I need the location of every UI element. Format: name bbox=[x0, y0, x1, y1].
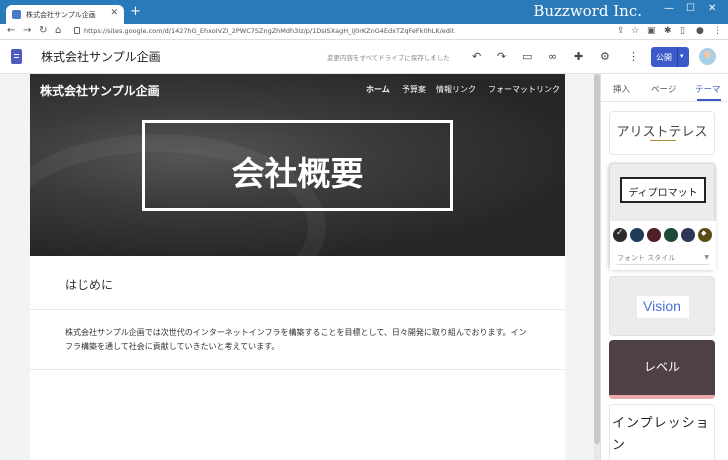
tab-themes[interactable]: テーマ bbox=[695, 83, 721, 95]
color-swatch[interactable] bbox=[630, 228, 644, 242]
site-header-title[interactable]: 株式会社サンプル企画 bbox=[40, 82, 160, 99]
reload-icon[interactable]: ↻ bbox=[39, 25, 47, 36]
themes-panel: 挿入 ページ テーマ アリストテレス ディプロマット フォント スタイル ▼ V… bbox=[600, 74, 728, 460]
section-divider bbox=[30, 309, 565, 310]
more-vert-icon[interactable]: ⋮ bbox=[628, 50, 639, 63]
publish-separator bbox=[677, 47, 678, 67]
browser-menu-icon[interactable]: ⋮ bbox=[713, 26, 722, 36]
browser-tab-bar: 株式会社サンプル企画 ✕ + Buzzword Inc. — ☐ ✕ bbox=[0, 0, 728, 24]
redo-icon[interactable]: ↷ bbox=[497, 50, 506, 63]
sites-logo-icon[interactable] bbox=[11, 49, 22, 64]
site-page: 株式会社サンプル企画 ホーム 予算案 情報リンク フォーマットリンク 会社概要 … bbox=[30, 74, 565, 460]
theme-name: アリストテレス bbox=[616, 125, 708, 140]
share-user-icon[interactable]: ✚ bbox=[574, 50, 583, 63]
chevron-down-icon[interactable]: ▾ bbox=[680, 52, 684, 60]
address-bar: ← → ↻ ⌂ https://sites.google.com/d/1427h… bbox=[0, 24, 728, 40]
brand-watermark: Buzzword Inc. bbox=[533, 2, 642, 20]
browser-tab-title: 株式会社サンプル企画 bbox=[26, 11, 96, 19]
hero-title-box[interactable]: 会社概要 bbox=[142, 120, 453, 211]
publish-label: 公開 bbox=[656, 53, 672, 62]
puzzle-icon[interactable]: ✱ bbox=[664, 26, 672, 36]
site-name[interactable]: 株式会社サンプル企画 bbox=[41, 48, 161, 65]
theme-name: ディプロマット bbox=[628, 188, 698, 199]
sites-app-bar: 株式会社サンプル企画 変更内容をすべてドライブに保存しました ↶ ↷ ▭ ∞ ✚… bbox=[0, 40, 728, 74]
preview-icon[interactable]: ▭ bbox=[522, 50, 532, 63]
link-icon[interactable]: ∞ bbox=[548, 50, 557, 63]
home-icon[interactable]: ⌂ bbox=[55, 25, 61, 36]
extension-icon[interactable]: ▣ bbox=[647, 26, 656, 36]
profile-icon[interactable]: ● bbox=[696, 26, 704, 36]
save-status: 変更内容をすべてドライブに保存しました bbox=[327, 54, 450, 62]
color-swatch[interactable] bbox=[647, 228, 661, 242]
theme-card-diplomat[interactable]: ディプロマット フォント スタイル ▼ bbox=[609, 163, 716, 270]
section-divider-2 bbox=[30, 369, 565, 370]
tab-pages[interactable]: ページ bbox=[651, 83, 676, 95]
settings-gear-icon[interactable]: ⚙ bbox=[600, 50, 610, 63]
font-style-label: フォント スタイル bbox=[617, 254, 676, 262]
theme-name: レベル bbox=[643, 360, 680, 374]
theme-card-vision[interactable]: Vision bbox=[609, 276, 715, 336]
theme-name: Vision bbox=[643, 298, 681, 314]
nav-item-format-links[interactable]: フォーマットリンク bbox=[488, 84, 560, 95]
dropdown-arrow-icon: ▼ bbox=[704, 254, 709, 261]
color-swatch[interactable] bbox=[664, 228, 678, 242]
url-field[interactable]: https://sites.google.com/d/1427hG_EhxoIV… bbox=[84, 27, 454, 35]
page-title: 会社概要 bbox=[231, 154, 364, 193]
font-style-select[interactable]: フォント スタイル ▼ bbox=[617, 253, 709, 265]
maximize-icon[interactable]: ☐ bbox=[686, 3, 695, 14]
undo-icon[interactable]: ↶ bbox=[472, 50, 481, 63]
close-window-icon[interactable]: ✕ bbox=[708, 3, 716, 14]
section-heading[interactable]: はじめに bbox=[65, 276, 113, 293]
sidepanel-icon[interactable]: ▯ bbox=[680, 26, 685, 36]
new-tab-button[interactable]: + bbox=[130, 5, 141, 19]
custom-color-paint-icon[interactable] bbox=[698, 228, 712, 242]
bookmark-star-icon[interactable]: ☆ bbox=[631, 26, 639, 36]
color-swatch-selected[interactable] bbox=[613, 228, 627, 242]
color-swatch[interactable] bbox=[681, 228, 695, 242]
tabs-divider bbox=[601, 101, 728, 102]
theme-accent-line bbox=[650, 140, 676, 141]
theme-card-aristotle[interactable]: アリストテレス bbox=[609, 111, 715, 155]
active-tab-indicator bbox=[697, 99, 721, 101]
hero-banner[interactable]: 株式会社サンプル企画 ホーム 予算案 情報リンク フォーマットリンク 会社概要 bbox=[30, 74, 565, 256]
theme-card-level[interactable]: レベル bbox=[609, 340, 715, 399]
theme-preview-box: ディプロマット bbox=[620, 177, 706, 203]
theme-name: インプレッション bbox=[612, 416, 710, 453]
back-icon[interactable]: ← bbox=[7, 25, 15, 36]
nav-item-home[interactable]: ホーム bbox=[366, 84, 390, 95]
avatar[interactable] bbox=[699, 48, 716, 65]
minimize-icon[interactable]: — bbox=[664, 3, 674, 14]
tab-insert[interactable]: 挿入 bbox=[613, 83, 630, 95]
forward-icon[interactable]: → bbox=[23, 25, 31, 36]
editor-canvas: 株式会社サンプル企画 ホーム 予算案 情報リンク フォーマットリンク 会社概要 … bbox=[0, 74, 600, 460]
body-paragraph[interactable]: 株式会社サンプル企画では次世代のインターネットインフラを構築することを目標として… bbox=[65, 326, 533, 354]
browser-tab[interactable]: 株式会社サンプル企画 ✕ bbox=[6, 5, 124, 24]
nav-item-budget[interactable]: 予算案 bbox=[402, 84, 426, 95]
theme-options: フォント スタイル ▼ bbox=[610, 221, 716, 270]
share-icon[interactable]: ⇪ bbox=[617, 26, 625, 36]
publish-button[interactable]: 公開 ▾ bbox=[651, 47, 689, 67]
nav-item-info-links[interactable]: 情報リンク bbox=[436, 84, 476, 95]
theme-card-impression[interactable]: インプレッション bbox=[609, 404, 715, 460]
lock-icon[interactable] bbox=[74, 27, 80, 34]
close-tab-icon[interactable]: ✕ bbox=[110, 8, 118, 18]
sites-favicon-icon bbox=[12, 10, 21, 19]
